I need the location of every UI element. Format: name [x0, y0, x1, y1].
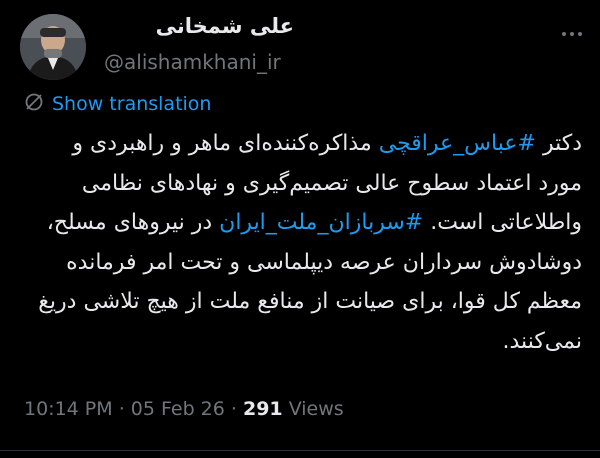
- tweet-text: دکتر #عباس_عراقچی مذاکره‌کننده‌ای ماهر و…: [26, 124, 582, 361]
- views-count: 291: [242, 398, 283, 420]
- tweet-text-part1: دکتر: [535, 131, 582, 156]
- author-handle[interactable]: @alishamkhani_ir: [104, 50, 281, 74]
- avatar-image: [20, 14, 86, 80]
- views-label: Views: [282, 398, 344, 420]
- globe-translate-icon: [24, 92, 44, 117]
- author-display-name[interactable]: علی شمخانی: [104, 14, 294, 38]
- hashtag-link[interactable]: #سربازان_ملت_ایران: [219, 210, 423, 235]
- hashtag-link[interactable]: #عباس_عراقچی: [379, 131, 536, 156]
- tweet-header: علی شمخانی @alishamkhani_ir: [0, 0, 600, 90]
- separator-dot: ·: [112, 398, 131, 420]
- avatar[interactable]: [20, 14, 86, 80]
- tweet-time[interactable]: 10:14 PM: [24, 398, 113, 420]
- more-options-icon[interactable]: [560, 22, 584, 46]
- divider: [0, 450, 600, 451]
- tweet-date[interactable]: 05 Feb 26: [131, 398, 225, 420]
- tweet-metadata: 10:14 PM · 05 Feb 26 · 291 Views: [24, 398, 344, 420]
- show-translation-label: Show translation: [52, 93, 212, 115]
- separator-dot: ·: [224, 398, 243, 420]
- show-translation-button[interactable]: Show translation: [24, 92, 211, 116]
